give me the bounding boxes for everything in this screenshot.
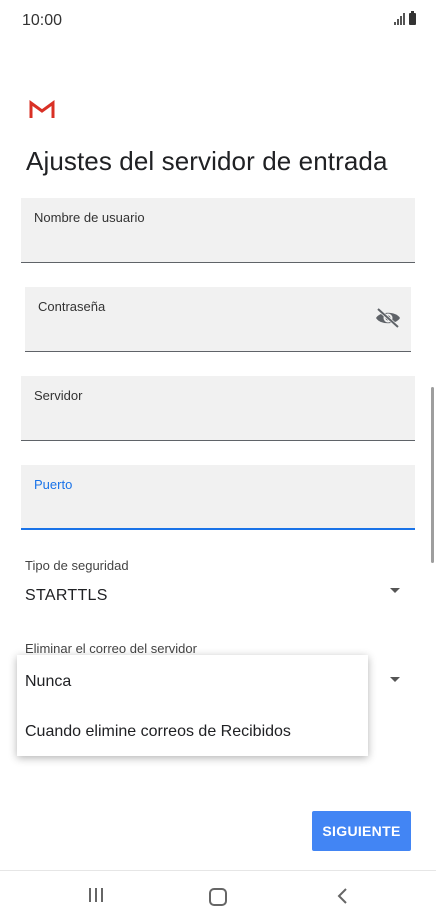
gmail-logo-icon — [29, 100, 55, 118]
security-type-value: STARTTLS — [25, 587, 108, 604]
status-bar: 10:00 — [0, 0, 436, 44]
server-label: Servidor — [34, 388, 83, 403]
home-icon[interactable] — [209, 888, 227, 906]
password-label: Contraseña — [38, 299, 106, 314]
delete-options-menu: Nunca Cuando elimine correos de Recibido… — [17, 655, 368, 756]
port-input[interactable] — [34, 501, 354, 520]
username-field[interactable]: Nombre de usuario — [21, 198, 415, 263]
server-field[interactable]: Servidor — [21, 376, 415, 441]
status-time: 10:00 — [22, 12, 63, 29]
server-input[interactable] — [34, 413, 354, 432]
port-field[interactable]: Puerto — [21, 465, 415, 530]
security-type-select[interactable]: Tipo de seguridad STARTTLS — [25, 557, 410, 617]
scroll-indicator[interactable] — [431, 387, 434, 563]
page-title: Ajustes del servidor de entrada — [26, 146, 388, 176]
menu-item-never[interactable]: Nunca — [25, 673, 71, 691]
menu-item-when-deleted-inbox[interactable]: Cuando elimine correos de Recibidos — [25, 723, 291, 741]
eye-off-icon[interactable] — [375, 307, 401, 329]
username-input[interactable] — [34, 235, 354, 254]
battery-icon — [409, 11, 416, 25]
delete-from-server-label: Eliminar el correo del servidor — [25, 641, 197, 656]
password-input[interactable] — [38, 324, 351, 343]
password-field[interactable]: Contraseña — [25, 287, 411, 352]
username-label: Nombre de usuario — [34, 210, 145, 225]
security-type-label: Tipo de seguridad — [25, 558, 129, 573]
chevron-down-icon — [390, 588, 400, 593]
signal-icon — [394, 13, 405, 25]
recents-icon[interactable] — [89, 888, 103, 902]
chevron-down-icon — [390, 677, 400, 682]
next-button[interactable]: SIGUIENTE — [312, 811, 411, 851]
back-icon[interactable] — [334, 887, 352, 905]
port-label: Puerto — [34, 477, 73, 492]
status-icons — [394, 11, 416, 25]
navigation-bar — [0, 870, 436, 921]
